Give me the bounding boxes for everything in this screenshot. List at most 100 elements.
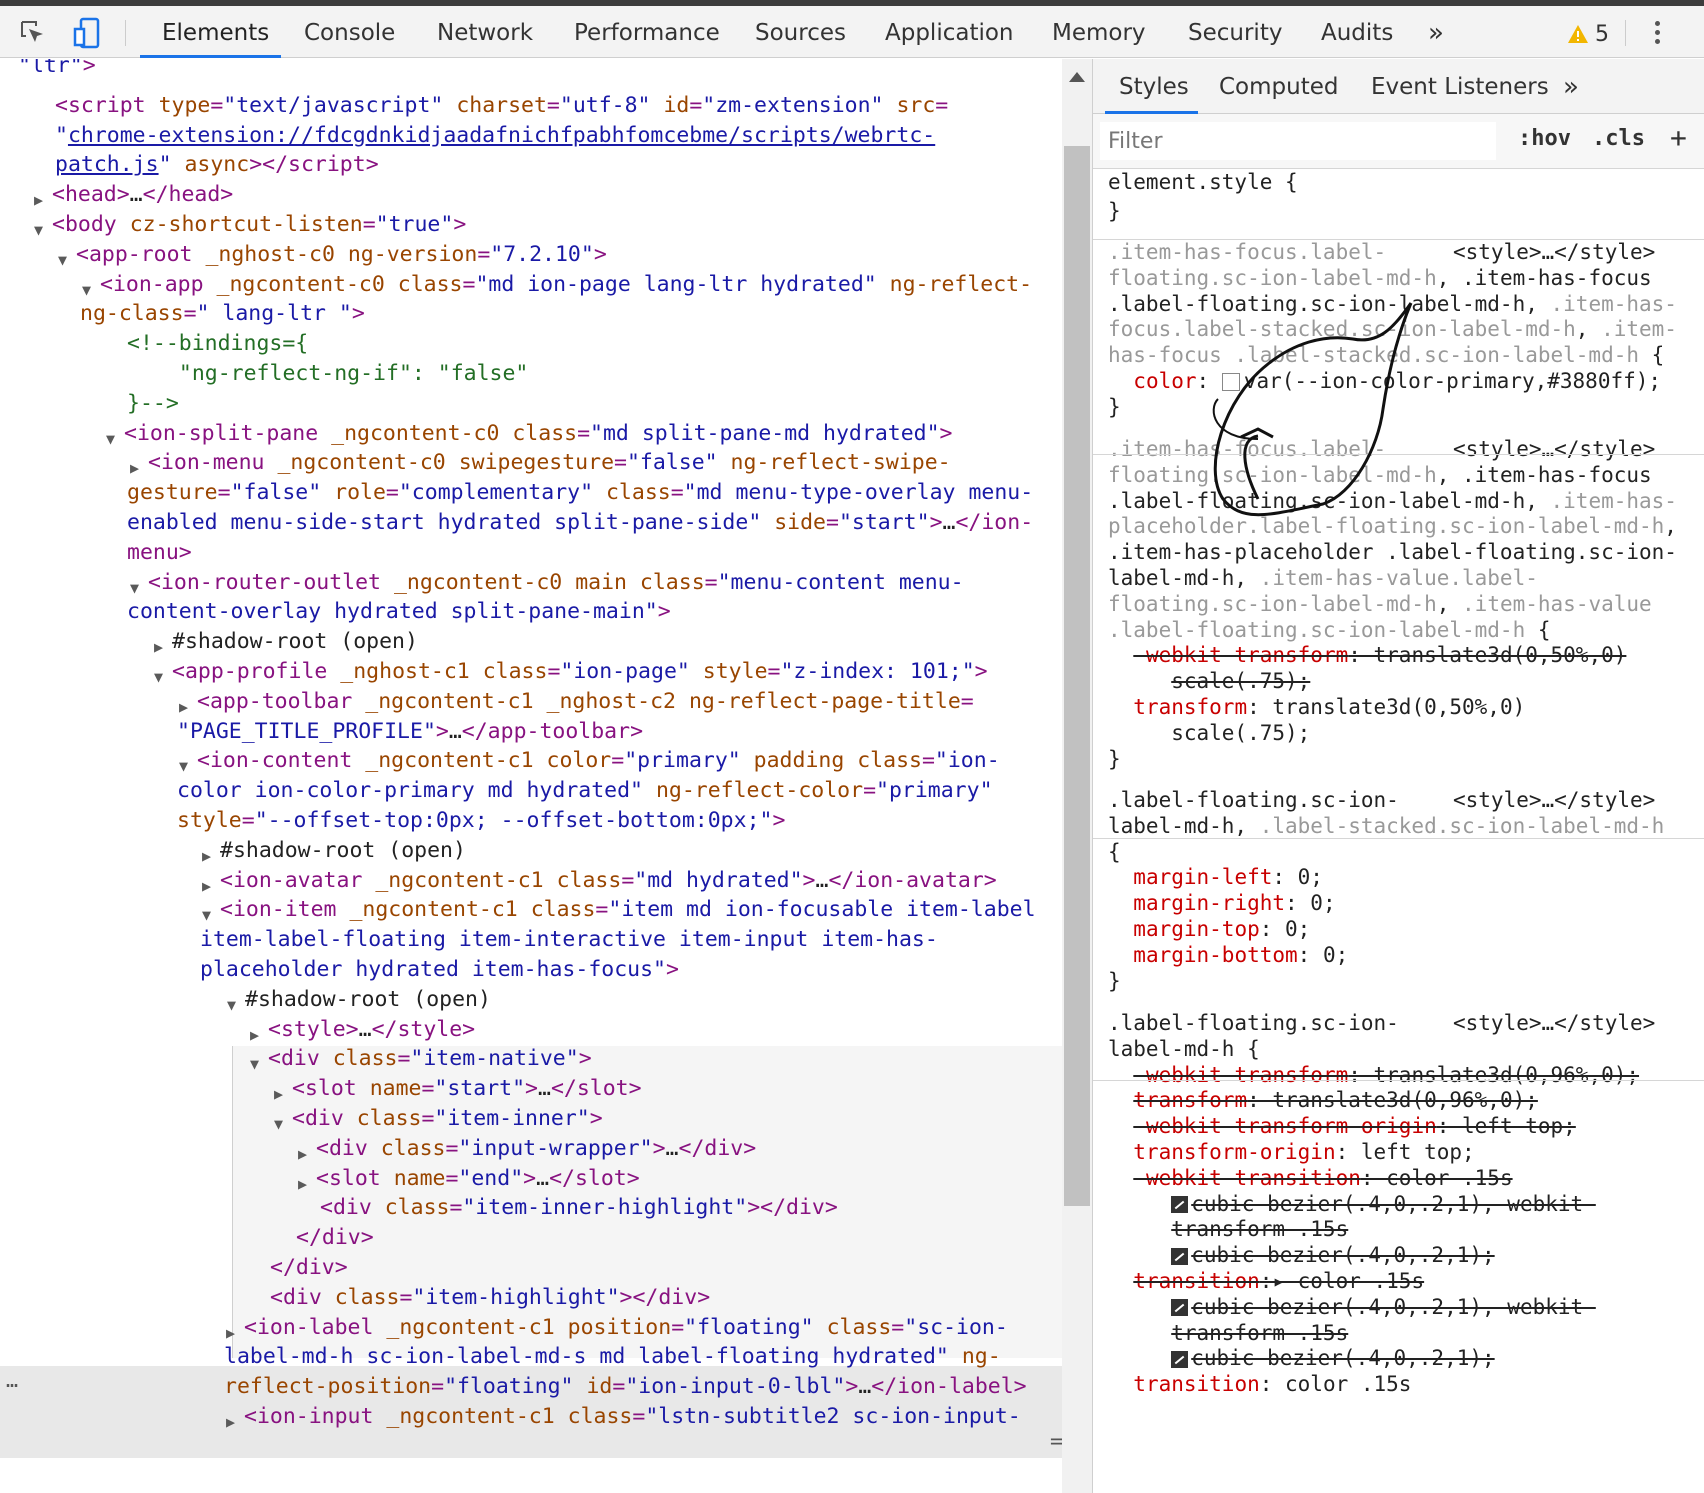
style-rule-line[interactable]: -webkit-transform-origin: left top; [1108,1113,1576,1141]
dom-node-line[interactable]: enabled menu-side-start hydrated split-p… [127,508,1033,538]
dom-node-line[interactable]: <ion-router-outlet _ngcontent-c0 main cl… [148,568,964,598]
dom-node-line[interactable]: <app-toolbar _ngcontent-c1 _nghost-c2 ng… [197,687,974,717]
expand-triangle-open-icon[interactable]: ▼ [106,425,115,455]
dom-node-line[interactable]: <ion-avatar _ngcontent-c1 class="md hydr… [220,866,997,896]
style-rule-line[interactable]: .label-floating.sc-ion- [1108,1010,1399,1038]
expand-triangle-closed-icon[interactable]: ▶ [226,1408,235,1438]
dom-node-line[interactable]: item-label-floating item-interactive ite… [200,925,938,955]
dom-node-line[interactable]: <ion-input _ngcontent-c1 class="lstn-sub… [244,1402,1021,1432]
style-rule-line[interactable]: .item-has-placeholder .label-floating.sc… [1108,539,1677,567]
dom-node-line[interactable]: gesture="false" role="complementary" cla… [127,478,1033,508]
style-rule-line[interactable]: .label-floating.sc-ion-label-md-h, .item… [1108,291,1677,319]
style-rule-line[interactable]: scale(.75); [1108,668,1310,696]
style-rule-line[interactable]: focus.label-stacked.sc-ion-label-md-h, .… [1108,316,1677,344]
style-rule-line[interactable]: .label-floating.sc-ion-label-md-h, .item… [1108,488,1677,516]
warnings-button[interactable]: 5 [1567,20,1609,48]
tab-memory[interactable]: Memory [1052,6,1146,58]
style-rule-line[interactable]: cubic-bezier(.4,0,.2,1), webkit- [1108,1191,1596,1219]
dom-node-line[interactable]: <app-root _nghost-c0 ng-version="7.2.10"… [76,240,607,270]
dom-node-line[interactable]: <ion-content _ngcontent-c1 color="primar… [197,746,1000,776]
tab-styles[interactable]: Styles [1119,59,1189,114]
dom-node-line[interactable]: menu> [127,538,192,568]
dom-node-line[interactable]: <script type="text/javascript" charset="… [55,91,948,121]
style-rule-line[interactable]: { [1108,839,1121,867]
more-tabs-button[interactable]: » [1428,6,1444,58]
style-rule-line[interactable]: transition: color .15s [1108,1371,1411,1399]
new-style-rule-button[interactable]: + [1670,121,1687,154]
tab-performance[interactable]: Performance [574,6,720,58]
dom-node-line[interactable]: <ion-menu _ngcontent-c0 swipegesture="fa… [148,448,951,478]
style-rule-line[interactable]: floating.sc-ion-label-md-h, .item-has-fo… [1108,265,1652,293]
expand-triangle-closed-icon[interactable]: ▶ [298,1170,307,1200]
expand-triangle-closed-icon[interactable]: ▶ [250,1021,259,1051]
style-rule-line[interactable]: } [1108,746,1121,774]
style-rule-line[interactable]: label-md-h, .item-has-value.label- [1108,565,1538,593]
style-rule-line[interactable]: label-md-h, .label-stacked.sc-ion-label-… [1108,813,1664,841]
dom-node-line[interactable]: <div class="input-wrapper">…</div> [316,1134,756,1164]
hover-state-button[interactable]: :hov [1518,126,1571,151]
dom-node-line[interactable]: <slot name="end">…</slot> [316,1164,640,1194]
style-rule-line[interactable]: -webkit-transform: translate3d(0,96%,0); [1108,1062,1639,1090]
style-rule-line[interactable]: .label-floating.sc-ion- [1108,787,1399,815]
style-rule-line[interactable]: } [1108,968,1121,996]
dom-node-line[interactable]: "ng-reflect-ng-if": "false" [153,359,529,389]
style-source-link[interactable]: <style>…</style> [1453,787,1655,815]
style-rule-line[interactable]: cubic-bezier(.4,0,.2,1); [1108,1345,1495,1373]
dom-node-line[interactable]: ng-class=" lang-ltr "> [80,299,365,329]
dom-node-line[interactable]: <style>…</style> [268,1015,475,1045]
kebab-menu-icon[interactable] [1650,18,1664,48]
tab-sources[interactable]: Sources [755,6,846,58]
style-source-link[interactable]: <style>…</style> [1453,436,1655,464]
dom-node-line[interactable]: <div class="item-highlight"></div> [270,1283,710,1313]
dom-node-line[interactable]: <div class="item-inner-highlight"></div> [320,1193,838,1223]
style-rule-line[interactable]: floating.sc-ion-label-md-h, .item-has-va… [1108,591,1652,619]
tab-event-listeners[interactable]: Event Listeners [1371,59,1549,114]
dom-node-line[interactable]: "PAGE_TITLE_PROFILE">…</app-toolbar> [177,717,643,747]
style-rule-line[interactable]: cubic-bezier(.4,0,.2,1); [1108,1242,1495,1270]
style-rule-line[interactable]: label-md-h { [1108,1036,1260,1064]
style-rule-line[interactable]: .label-floating.sc-ion-label-md-h { [1108,617,1551,645]
dom-scroll-thumb[interactable] [1064,146,1090,1206]
elements-dom-tree[interactable]: … = "ltr"> <script type="text/javascript"… [0,59,1062,1493]
tab-elements[interactable]: Elements [162,6,269,58]
expand-triangle-open-icon[interactable]: ▼ [34,216,43,246]
style-rule-line[interactable]: .item-has-focus.label- [1108,239,1386,267]
dom-node-line[interactable]: <slot name="start">…</slot> [292,1074,642,1104]
style-rule-line[interactable]: -webkit-transform: translate3d(0,50%,0) [1108,642,1626,670]
expand-triangle-open-icon[interactable]: ▼ [274,1110,283,1140]
dom-node-line[interactable]: </div> [270,1253,348,1283]
style-rule-line[interactable]: transition:▸ color .15s [1108,1268,1424,1296]
style-rule-line[interactable]: } [1108,198,1121,226]
dom-node-line[interactable]: <head>…</head> [52,180,233,210]
style-rule-line[interactable]: scale(.75); [1108,720,1310,748]
style-rule-line[interactable]: element.style { [1108,169,1298,197]
style-rule-line[interactable]: -webkit-transition: color .15s [1108,1165,1512,1193]
dom-node-line[interactable]: label-md-h sc-ion-label-md-s md label-fl… [224,1342,1001,1372]
expand-triangle-open-icon[interactable]: ▼ [227,991,236,1021]
style-rule-line[interactable]: } [1108,394,1121,422]
dom-node-line[interactable]: }--> [127,389,179,419]
dom-node-line[interactable]: </div> [296,1223,374,1253]
style-rule-line[interactable]: floating.sc-ion-label-md-h, .item-has-fo… [1108,462,1652,490]
expand-triangle-closed-icon[interactable]: ▶ [202,842,211,872]
style-rule-line[interactable]: transform: translate3d(0,96%,0); [1108,1087,1538,1115]
dom-node-line[interactable]: "ltr"> [18,59,96,81]
dom-node-line[interactable]: #shadow-root (open) [172,627,418,657]
tab-network[interactable]: Network [437,6,533,58]
tab-computed[interactable]: Computed [1219,59,1338,114]
dom-node-line[interactable]: <ion-label _ngcontent-c1 position="float… [244,1313,1008,1343]
tab-console[interactable]: Console [304,6,395,58]
dom-node-line[interactable]: <ion-item _ngcontent-c1 class="item md i… [220,895,1036,925]
scroll-up-arrow[interactable] [1069,72,1085,82]
style-source-link[interactable]: <style>…</style> [1453,1010,1655,1038]
expand-triangle-closed-icon[interactable]: ▶ [274,1080,283,1110]
expand-triangle-open-icon[interactable]: ▼ [154,663,163,693]
style-rule-line[interactable]: margin-left: 0; [1108,864,1323,892]
dom-node-line[interactable]: <div class="item-inner"> [292,1104,603,1134]
dom-node-line[interactable]: style="--offset-top:0px; --offset-bottom… [177,806,785,836]
style-source-link[interactable]: <style>…</style> [1453,239,1655,267]
dom-node-line[interactable]: <app-profile _nghost-c1 class="ion-page"… [172,657,988,687]
style-rule-line[interactable]: transform-origin: left top; [1108,1139,1474,1167]
expand-triangle-closed-icon[interactable]: ▶ [202,872,211,902]
more-sidebar-tabs-button[interactable]: » [1563,59,1579,114]
